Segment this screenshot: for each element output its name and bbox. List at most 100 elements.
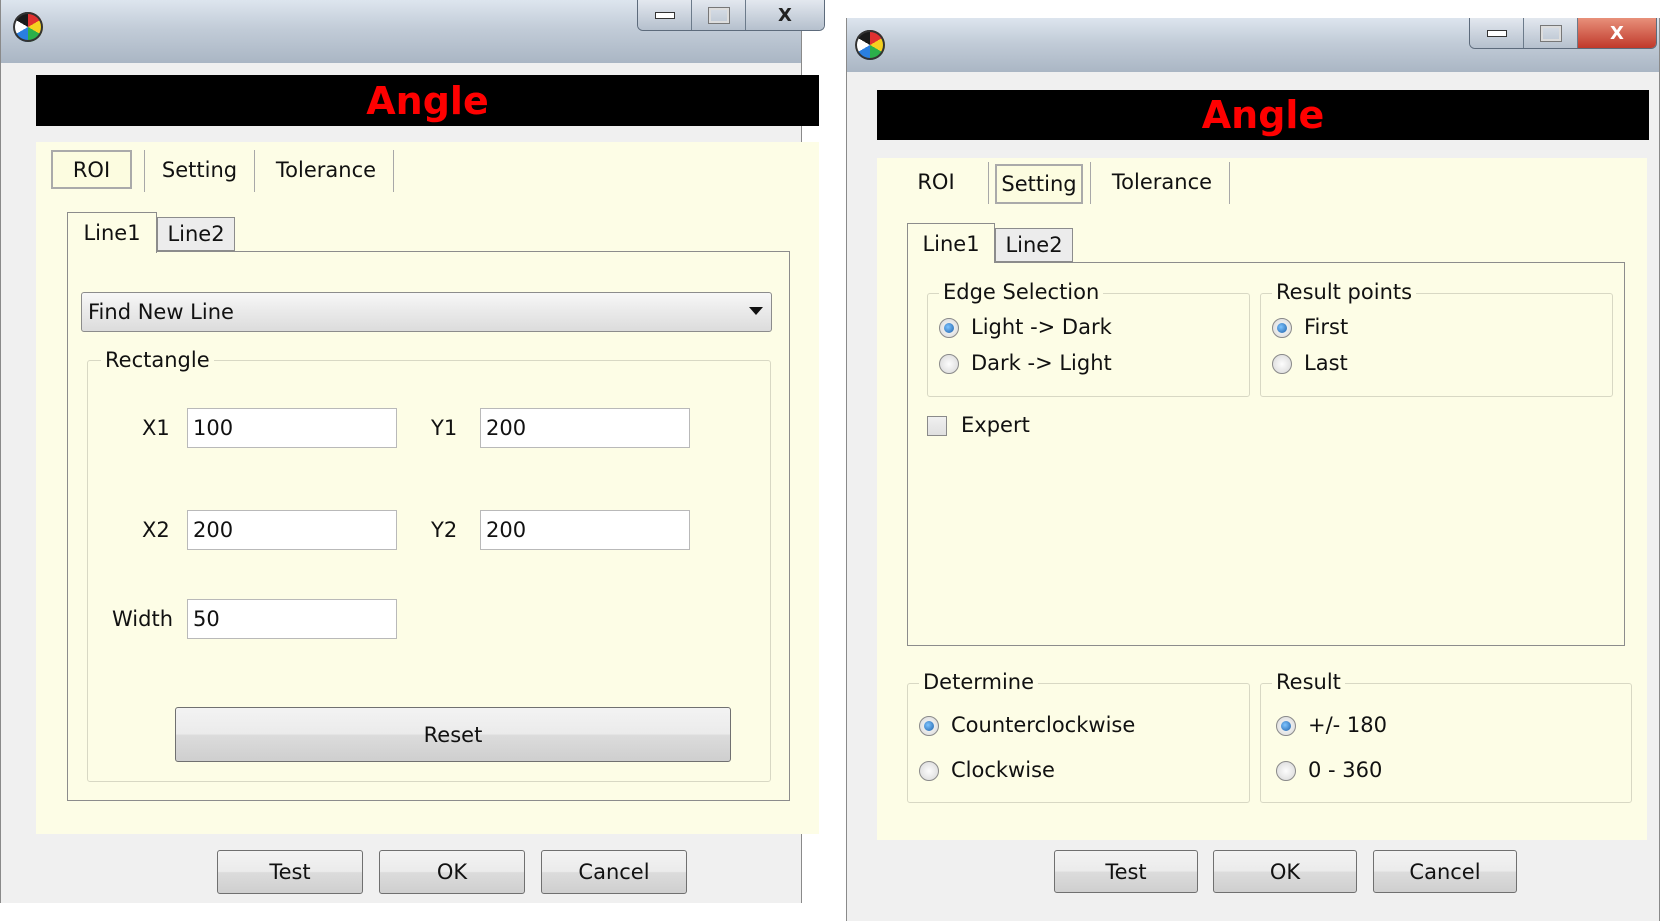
tab-roi-label: ROI — [917, 170, 955, 194]
maximize-button[interactable] — [692, 0, 746, 30]
right-caption-buttons: X — [1469, 18, 1657, 49]
minimize-icon — [1486, 29, 1507, 37]
maximize-icon — [1539, 24, 1562, 42]
x2-input[interactable] — [187, 510, 397, 550]
y1-label: Y1 — [431, 416, 458, 440]
find-line-dropdown-value: Find New Line — [88, 300, 234, 324]
tab-roi[interactable]: ROI — [51, 150, 132, 189]
cancel-button-label: Cancel — [1409, 859, 1481, 884]
radio-counterclockwise[interactable] — [919, 716, 939, 736]
cancel-button[interactable]: Cancel — [1373, 850, 1517, 893]
tab-roi[interactable]: ROI — [891, 162, 981, 202]
zero-to-360-label: 0 - 360 — [1308, 758, 1383, 782]
tab-line2-label: Line2 — [167, 222, 225, 246]
ok-button-label: OK — [1269, 859, 1301, 884]
counterclockwise-label: Counterclockwise — [951, 713, 1136, 737]
close-icon: X — [1610, 22, 1624, 44]
edge-selection-title: Edge Selection — [939, 280, 1104, 304]
test-button-label: Test — [269, 860, 311, 884]
y1-input[interactable] — [480, 408, 690, 448]
result-title: Result — [1272, 670, 1345, 694]
x1-label: X1 — [142, 416, 170, 440]
reset-button-label: Reset — [423, 722, 483, 747]
expert-label: Expert — [961, 413, 1030, 437]
tab-setting-label: Setting — [161, 157, 238, 182]
plus-minus-180-label: +/- 180 — [1308, 713, 1388, 737]
ok-button[interactable]: OK — [1213, 850, 1357, 893]
cancel-button-label: Cancel — [578, 860, 650, 884]
x1-input[interactable] — [187, 408, 397, 448]
tab-setting[interactable]: Setting — [995, 164, 1083, 204]
tab-tolerance-label: Tolerance — [275, 157, 377, 182]
tab-separator — [1090, 162, 1091, 204]
right-dialog-window: X Angle ROI Setting Tolerance Line1 Line… — [846, 18, 1660, 921]
tab-line2-label: Line2 — [1005, 233, 1063, 257]
width-label: Width — [112, 607, 174, 631]
tab-setting[interactable]: Setting — [151, 150, 248, 189]
tab-line2[interactable]: Line2 — [995, 228, 1073, 262]
determine-group — [907, 683, 1250, 803]
light-to-dark-label: Light -> Dark — [971, 315, 1112, 339]
dark-to-light-label: Dark -> Light — [971, 351, 1112, 375]
tab-separator — [988, 162, 989, 204]
test-button[interactable]: Test — [217, 850, 363, 894]
header-banner: Angle — [877, 90, 1649, 140]
radio-light-to-dark[interactable] — [939, 318, 959, 338]
left-caption-buttons: X — [637, 0, 825, 31]
close-icon: X — [778, 4, 792, 26]
radio-plus-minus-180[interactable] — [1276, 716, 1296, 736]
close-button[interactable]: X — [1578, 18, 1656, 48]
header-title: Angle — [366, 78, 489, 123]
reset-button[interactable]: Reset — [175, 707, 731, 762]
result-points-group — [1260, 293, 1613, 397]
header-banner: Angle — [36, 75, 819, 126]
result-group — [1260, 683, 1632, 803]
left-dialog-window: X Angle ROI Setting Tolerance Line1 Line… — [0, 0, 825, 903]
test-button[interactable]: Test — [1054, 850, 1198, 893]
tab-line2[interactable]: Line2 — [157, 217, 235, 251]
edge-selection-group — [927, 293, 1250, 397]
radio-clockwise[interactable] — [919, 761, 939, 781]
rectangle-group-title: Rectangle — [101, 348, 214, 372]
minimize-button[interactable] — [638, 0, 692, 30]
tab-setting-label: Setting — [1001, 172, 1077, 196]
clockwise-label: Clockwise — [951, 758, 1055, 782]
find-line-dropdown[interactable]: Find New Line — [81, 292, 772, 332]
result-points-title: Result points — [1272, 280, 1417, 304]
tab-line1-label: Line1 — [922, 231, 980, 256]
x2-label: X2 — [142, 518, 170, 542]
tab-roi-label: ROI — [72, 157, 111, 182]
app-icon[interactable] — [855, 30, 885, 60]
maximize-icon — [707, 6, 730, 24]
first-label: First — [1304, 315, 1349, 339]
cancel-button[interactable]: Cancel — [541, 850, 687, 894]
maximize-button[interactable] — [1524, 18, 1578, 48]
y2-label: Y2 — [431, 518, 458, 542]
tab-line1-label: Line1 — [83, 221, 141, 245]
ok-button[interactable]: OK — [379, 850, 525, 894]
minimize-icon — [654, 11, 675, 19]
tab-tolerance[interactable]: Tolerance — [261, 150, 391, 189]
test-button-label: Test — [1105, 859, 1147, 884]
expert-checkbox[interactable] — [927, 416, 947, 436]
radio-last[interactable] — [1272, 354, 1292, 374]
determine-title: Determine — [919, 670, 1039, 694]
app-icon[interactable] — [13, 12, 43, 42]
y2-input[interactable] — [480, 510, 690, 550]
tab-separator — [254, 150, 255, 192]
width-input[interactable] — [187, 599, 397, 639]
tab-line1[interactable]: Line1 — [67, 212, 157, 253]
radio-0-360[interactable] — [1276, 761, 1296, 781]
minimize-button[interactable] — [1470, 18, 1524, 48]
tab-separator — [144, 150, 145, 192]
close-button[interactable]: X — [746, 0, 824, 30]
tab-tolerance[interactable]: Tolerance — [1097, 162, 1227, 202]
tab-separator — [1229, 162, 1230, 204]
tab-line1[interactable]: Line1 — [907, 223, 995, 263]
tab-separator — [393, 150, 394, 192]
radio-first[interactable] — [1272, 318, 1292, 338]
radio-dark-to-light[interactable] — [939, 354, 959, 374]
header-title: Angle — [1201, 93, 1325, 137]
ok-button-label: OK — [436, 860, 468, 884]
dropdown-arrow-icon — [749, 307, 763, 315]
